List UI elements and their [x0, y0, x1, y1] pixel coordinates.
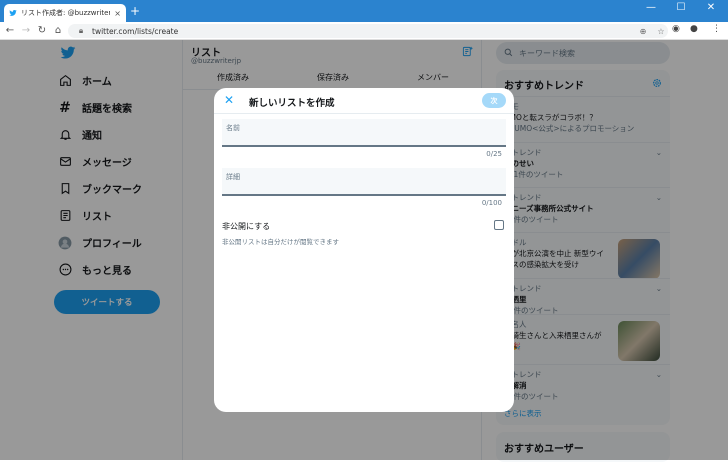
name-input[interactable] [226, 133, 502, 145]
url-bar[interactable]: 🔒︎ twitter.com/lists/create ⊕ ☆ [68, 24, 668, 38]
description-label: 詳細 [226, 173, 240, 181]
minimize-icon[interactable]: — [636, 2, 666, 13]
address-bar-row: ← → ↻ ⌂ 🔒︎ twitter.com/lists/create ⊕ ☆ … [0, 22, 728, 40]
lock-icon: 🔒︎ [78, 26, 84, 35]
description-field[interactable]: 詳細 [222, 168, 506, 196]
maximize-icon[interactable]: ☐ [666, 2, 696, 13]
url-text[interactable]: twitter.com/lists/create [92, 27, 632, 36]
window-close-icon[interactable]: ✕ [696, 2, 726, 13]
twitter-favicon-icon [9, 9, 17, 17]
browser-tab[interactable]: リスト作成者: @buzzwriterjp / Twi × [4, 4, 126, 22]
menu-kebab-icon[interactable]: ⋮ [712, 24, 721, 34]
forward-icon[interactable]: → [18, 25, 34, 36]
create-list-dialog: ✕ 新しいリストを作成 次 名前 0/25 詳細 0/100 非公開にする 非公… [214, 88, 514, 412]
dialog-header: ✕ 新しいリストを作成 次 [214, 88, 514, 114]
new-tab-button[interactable]: + [130, 5, 140, 17]
dialog-title: 新しいリストを作成 [249, 98, 335, 109]
private-label: 非公開にする [222, 222, 271, 231]
profile-browser-icon[interactable]: ◉ [672, 24, 680, 34]
private-checkbox[interactable] [494, 220, 504, 230]
star-icon[interactable]: ☆ [654, 27, 668, 36]
account-icon[interactable]: ● [690, 24, 698, 34]
description-counter: 0/100 [481, 199, 502, 207]
private-description: 非公開リストは自分だけが閲覧できます [222, 238, 339, 246]
name-field[interactable]: 名前 [222, 119, 506, 147]
name-counter: 0/25 [486, 150, 502, 158]
tab-title: リスト作成者: @buzzwriterjp / Twi [21, 9, 111, 17]
next-button[interactable]: 次 [482, 93, 506, 108]
close-tab-icon[interactable]: × [114, 9, 121, 18]
extension-icon[interactable]: ⊕ [636, 27, 650, 36]
close-icon[interactable]: ✕ [224, 94, 234, 106]
browser-titlebar: リスト作成者: @buzzwriterjp / Twi × + — ☐ ✕ [0, 0, 728, 22]
back-icon[interactable]: ← [2, 25, 18, 36]
name-label: 名前 [226, 124, 240, 132]
description-input[interactable] [226, 182, 502, 194]
home-browser-icon[interactable]: ⌂ [50, 25, 66, 36]
reload-icon[interactable]: ↻ [34, 25, 50, 36]
